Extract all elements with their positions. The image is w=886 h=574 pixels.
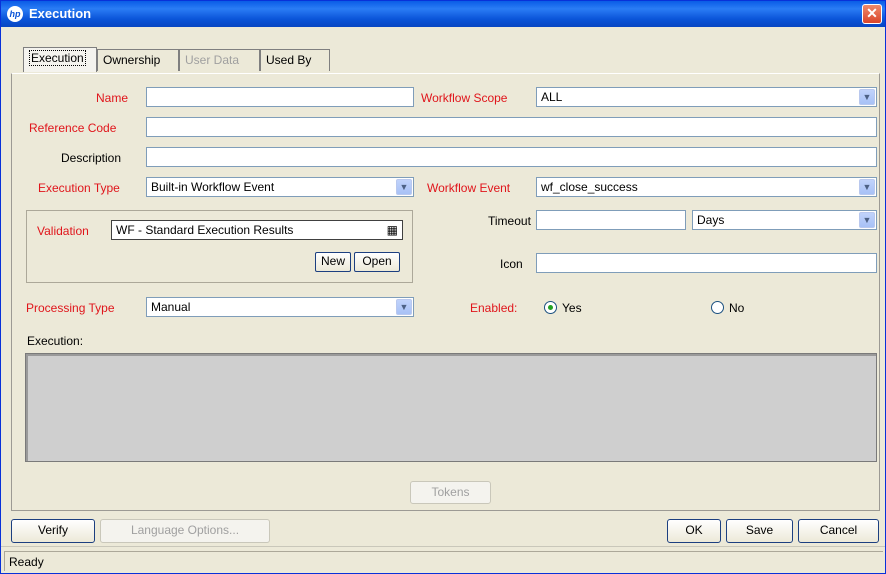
execution-dialog: hp Execution ✕ Execution Ownership User …: [0, 0, 886, 574]
processing-type-label: Processing Type: [26, 301, 115, 315]
icon-label: Icon: [500, 257, 523, 271]
timeout-label: Timeout: [488, 214, 531, 228]
execution-label: Execution:: [27, 334, 84, 348]
icon-input[interactable]: [536, 253, 877, 273]
title-bar[interactable]: hp Execution ✕: [1, 1, 885, 27]
enabled-no-label: No: [729, 301, 745, 315]
language-options-button: Language Options...: [100, 519, 270, 543]
description-label: Description: [61, 151, 122, 165]
ok-button[interactable]: OK: [667, 519, 721, 543]
timeout-unit-value: Days: [697, 213, 725, 227]
validation-label: Validation: [37, 224, 89, 238]
validation-input[interactable]: WF - Standard Execution Results ▦: [111, 220, 403, 240]
tokens-button: Tokens: [410, 481, 491, 504]
chevron-down-icon[interactable]: ▼: [396, 299, 412, 315]
close-button[interactable]: ✕: [862, 4, 882, 24]
execution-type-select[interactable]: Built-in Workflow Event ▼: [146, 177, 414, 197]
reference-code-input[interactable]: [146, 117, 877, 137]
workflow-scope-value: ALL: [541, 90, 563, 104]
verify-button[interactable]: Verify: [11, 519, 95, 543]
execution-type-label: Execution Type: [38, 181, 120, 195]
chevron-down-icon[interactable]: ▼: [859, 179, 875, 195]
window-title: Execution: [29, 6, 92, 21]
processing-type-value: Manual: [151, 300, 191, 314]
tab-user-data: User Data: [179, 49, 260, 71]
chevron-down-icon[interactable]: ▼: [859, 212, 875, 228]
enabled-yes-label: Yes: [562, 301, 582, 315]
workflow-event-label: Workflow Event: [427, 181, 511, 195]
workflow-event-select[interactable]: wf_close_success ▼: [536, 177, 877, 197]
tab-execution[interactable]: Execution: [23, 47, 97, 72]
chevron-down-icon[interactable]: ▼: [859, 89, 875, 105]
chevron-down-icon[interactable]: ▼: [396, 179, 412, 195]
reference-code-label: Reference Code: [29, 121, 117, 135]
workflow-scope-label: Workflow Scope: [421, 91, 508, 105]
enabled-label: Enabled:: [470, 301, 518, 315]
lookup-icon[interactable]: ▦: [387, 223, 398, 237]
timeout-unit-select[interactable]: Days ▼: [692, 210, 877, 230]
validation-value: WF - Standard Execution Results: [116, 223, 294, 237]
tab-ownership[interactable]: Ownership: [97, 49, 179, 71]
enabled-yes-radio[interactable]: [544, 301, 557, 314]
cancel-button[interactable]: Cancel: [798, 519, 879, 543]
footer-divider: [1, 546, 885, 547]
open-button[interactable]: Open: [354, 252, 400, 272]
save-button[interactable]: Save: [726, 519, 793, 543]
enabled-no-radio[interactable]: [711, 301, 724, 314]
tab-used-by[interactable]: Used By: [260, 49, 330, 71]
workflow-scope-select[interactable]: ALL ▼: [536, 87, 877, 107]
status-bar: Ready: [4, 551, 883, 571]
name-input[interactable]: [146, 87, 414, 107]
execution-type-value: Built-in Workflow Event: [151, 180, 275, 194]
timeout-input[interactable]: [536, 210, 686, 230]
processing-type-select[interactable]: Manual ▼: [146, 297, 414, 317]
execution-textarea[interactable]: [25, 353, 877, 462]
hp-logo-icon: hp: [7, 6, 23, 22]
name-label: Name: [96, 91, 129, 105]
workflow-event-value: wf_close_success: [541, 180, 638, 194]
new-button[interactable]: New: [315, 252, 351, 272]
description-input[interactable]: [146, 147, 877, 167]
